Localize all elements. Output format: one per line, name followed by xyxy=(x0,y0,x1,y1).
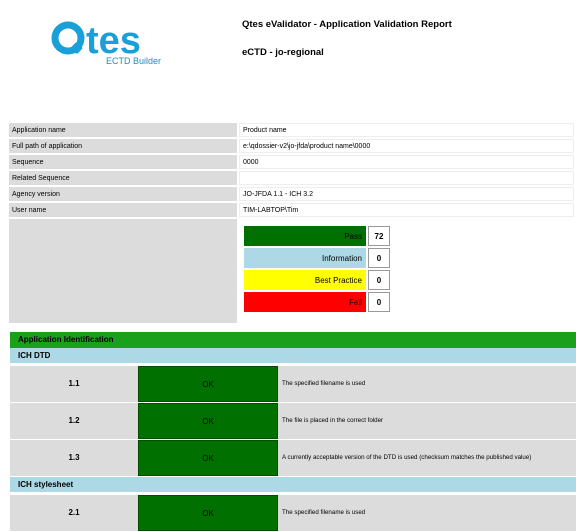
info-value: TIM-LABTOP\Tim xyxy=(239,203,574,217)
check-row: 2.1 OK The specified filename is used xyxy=(10,495,576,531)
check-row: 1.2 OK The file is placed in the correct… xyxy=(10,403,576,439)
info-row: Full path of application e:\qdossier-v2\… xyxy=(9,139,574,153)
summary-key-cell xyxy=(9,219,237,323)
summary-count: 0 xyxy=(368,292,390,312)
info-value: JO-JFDA 1.1 - ICH 3.2 xyxy=(239,187,574,201)
check-result: OK xyxy=(138,495,278,531)
info-key: Agency version xyxy=(9,187,237,201)
check-description: The file is placed in the correct folder xyxy=(282,417,384,424)
info-key: Related Sequence xyxy=(9,171,237,185)
info-key: Sequence xyxy=(9,155,237,169)
check-id: 1.1 xyxy=(68,379,80,388)
info-key: User name xyxy=(9,203,237,217)
check-row: 1.1 OK The specified filename is used xyxy=(10,366,576,402)
summary-count: 72 xyxy=(368,226,390,246)
summary-information: Information 0 xyxy=(244,248,390,268)
info-row: Related Sequence xyxy=(9,171,574,185)
summary-label: Best Practice xyxy=(244,270,366,290)
info-value: Product name xyxy=(239,123,574,137)
check-result: OK xyxy=(138,403,278,439)
result-summary: Pass 72 Information 0 Best Practice 0 Fa… xyxy=(242,224,392,314)
info-row: User name TIM-LABTOP\Tim xyxy=(9,203,574,217)
report-subtitle: eCTD - jo-regional xyxy=(242,47,324,58)
qtes-logo: tes ECTD Builder xyxy=(51,20,161,66)
info-row: Sequence 0000 xyxy=(9,155,574,169)
check-id: 1.2 xyxy=(68,416,80,425)
check-id: 2.1 xyxy=(68,508,80,517)
report-title: Qtes eValidator - Application Validation… xyxy=(242,19,452,30)
info-value: 0000 xyxy=(239,155,574,169)
logo-subtitle: ECTD Builder xyxy=(106,56,161,66)
section-ich-stylesheet: ICH stylesheet xyxy=(10,477,576,492)
summary-pass: Pass 72 xyxy=(244,226,390,246)
check-id: 1.3 xyxy=(68,453,80,462)
check-row: 1.3 OK A currently acceptable version of… xyxy=(10,440,576,476)
check-description: The specified filename is used xyxy=(282,380,366,387)
info-value xyxy=(239,171,574,185)
section-application-identification: Application Identification xyxy=(10,332,576,348)
check-description: The specified filename is used xyxy=(282,509,366,516)
summary-label: Fail xyxy=(244,292,366,312)
summary-label: Pass xyxy=(244,226,366,246)
check-description: A currently acceptable version of the DT… xyxy=(282,454,532,461)
summary-label: Information xyxy=(244,248,366,268)
summary-best-practice: Best Practice 0 xyxy=(244,270,390,290)
summary-count: 0 xyxy=(368,248,390,268)
check-result: OK xyxy=(138,440,278,476)
info-row: Application name Product name xyxy=(9,123,574,137)
section-ich-dtd: ICH DTD xyxy=(10,348,576,363)
summary-count: 0 xyxy=(368,270,390,290)
info-key: Full path of application xyxy=(9,139,237,153)
summary-fail: Fail 0 xyxy=(244,292,390,312)
info-row: Agency version JO-JFDA 1.1 - ICH 3.2 xyxy=(9,187,574,201)
info-key: Application name xyxy=(9,123,237,137)
check-result: OK xyxy=(138,366,278,402)
info-value: e:\qdossier-v2\jo-jfda\product name\0000 xyxy=(239,139,574,153)
